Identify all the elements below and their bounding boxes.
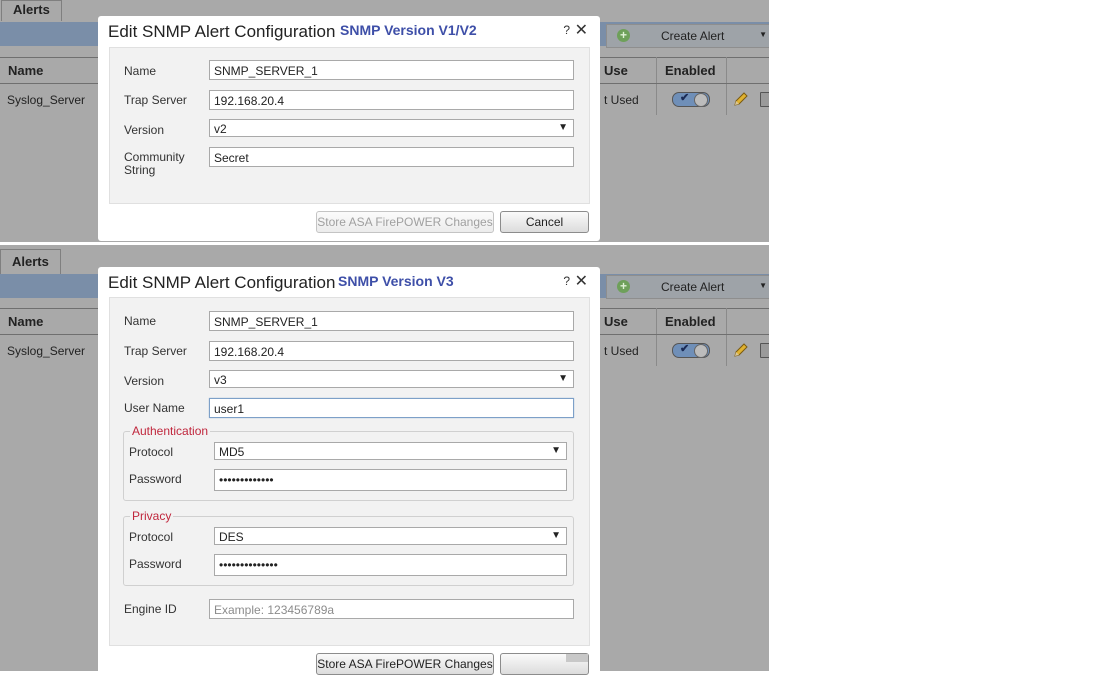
create-alert-button[interactable]: + Create Alert ▼ (606, 275, 769, 299)
version-select[interactable]: v3 ▼ (209, 370, 574, 388)
auth-protocol-label: Protocol (129, 445, 174, 459)
community-label-line1: Community (124, 150, 185, 164)
row-name: Syslog_Server (7, 93, 86, 107)
column-header-use[interactable]: Use (604, 63, 628, 78)
version-annotation: SNMP Version V1/V2 (340, 22, 477, 38)
version-label: Version (124, 374, 165, 388)
privacy-protocol-value: DES (219, 530, 244, 544)
add-icon: + (617, 29, 630, 42)
enabled-toggle[interactable]: ✔ (672, 92, 710, 107)
row-use: t Used (604, 93, 639, 107)
store-changes-button[interactable]: Store ASA FirePOWER Changes (316, 653, 494, 675)
auth-password-label: Password (129, 472, 182, 486)
name-label: Name (124, 64, 157, 78)
button-bar (566, 654, 588, 662)
close-icon[interactable]: ✕ (575, 20, 588, 40)
privacy-password-label: Password (129, 557, 182, 571)
check-icon: ✔ (680, 92, 690, 104)
dropdown-arrow-icon: ▼ (558, 122, 568, 133)
name-field[interactable]: SNMP_SERVER_1 (209, 60, 574, 80)
column-header-use[interactable]: Use (604, 314, 628, 329)
form-area: Name SNMP_SERVER_1 Trap Server 192.168.2… (109, 47, 590, 204)
engine-id-label: Engine ID (124, 602, 177, 616)
column-header-enabled[interactable]: Enabled (665, 314, 716, 329)
privacy-protocol-select[interactable]: DES ▼ (214, 527, 567, 545)
column-divider (726, 308, 727, 366)
column-divider (656, 308, 657, 366)
privacy-password-field[interactable]: •••••••••••••• (214, 554, 567, 576)
chevron-down-icon: ▼ (759, 30, 767, 39)
version-annotation: SNMP Version V3 (338, 273, 454, 289)
auth-protocol-value: MD5 (219, 445, 245, 459)
trap-server-field[interactable]: 192.168.20.4 (209, 90, 574, 110)
community-string-field[interactable]: Secret (209, 147, 574, 167)
edit-snmp-dialog-v3: Edit SNMP Alert Configuration SNMP Versi… (98, 267, 600, 687)
version-select[interactable]: v2 ▼ (209, 119, 574, 137)
authentication-legend: Authentication (130, 424, 211, 438)
edit-pencil-icon[interactable] (733, 91, 749, 107)
create-alert-button[interactable]: + Create Alert ▼ (606, 24, 769, 48)
user-name-label: User Name (124, 401, 185, 415)
form-area: Name SNMP_SERVER_1 Trap Server 192.168.2… (109, 297, 590, 646)
column-header-name[interactable]: Name (8, 63, 43, 78)
edit-snmp-dialog-v1v2: Edit SNMP Alert Configuration SNMP Versi… (98, 16, 600, 241)
column-divider (656, 57, 657, 115)
auth-protocol-select[interactable]: MD5 ▼ (214, 442, 567, 460)
delete-trash-icon[interactable] (760, 343, 769, 358)
dropdown-arrow-icon: ▼ (551, 530, 561, 541)
toggle-knob (694, 344, 708, 358)
version-label: Version (124, 123, 165, 137)
engine-id-field[interactable]: Example: 123456789a (209, 599, 574, 619)
trap-server-field[interactable]: 192.168.20.4 (209, 341, 574, 361)
community-label-line2: String (124, 163, 156, 177)
help-icon[interactable]: ? (563, 274, 570, 288)
edit-pencil-icon[interactable] (733, 342, 749, 358)
close-icon[interactable]: ✕ (575, 271, 588, 291)
privacy-protocol-label: Protocol (129, 530, 174, 544)
tab-alerts[interactable]: Alerts (0, 249, 61, 274)
cancel-button[interactable]: Cancel (500, 211, 589, 233)
column-header-enabled[interactable]: Enabled (665, 63, 716, 78)
authentication-group: Authentication Protocol MD5 ▼ Password •… (123, 424, 574, 501)
user-name-field[interactable]: user1 (209, 398, 574, 418)
trap-server-label: Trap Server (124, 344, 187, 358)
auth-password-field[interactable]: ••••••••••••• (214, 469, 567, 491)
column-header-name[interactable]: Name (8, 314, 43, 329)
dialog-title: Edit SNMP Alert Configuration (108, 273, 336, 292)
toggle-knob (694, 93, 708, 107)
store-changes-button[interactable]: Store ASA FirePOWER Changes (316, 211, 494, 233)
dropdown-arrow-icon: ▼ (551, 445, 561, 456)
privacy-legend: Privacy (130, 509, 174, 523)
version-select-value: v2 (214, 122, 227, 136)
check-icon: ✔ (680, 343, 690, 355)
delete-trash-icon[interactable] (760, 92, 769, 107)
add-icon: + (617, 280, 630, 293)
privacy-group: Privacy Protocol DES ▼ Password ••••••••… (123, 509, 574, 586)
column-divider (726, 57, 727, 115)
cancel-button[interactable] (500, 653, 589, 675)
create-alert-label: Create Alert (661, 280, 725, 294)
trap-server-label: Trap Server (124, 93, 187, 107)
help-icon[interactable]: ? (563, 23, 570, 37)
dropdown-arrow-icon: ▼ (558, 373, 568, 384)
dialog-title: Edit SNMP Alert Configuration (108, 22, 336, 41)
name-field[interactable]: SNMP_SERVER_1 (209, 311, 574, 331)
name-label: Name (124, 314, 157, 328)
chevron-down-icon: ▼ (759, 281, 767, 290)
enabled-toggle[interactable]: ✔ (672, 343, 710, 358)
row-name: Syslog_Server (7, 344, 86, 358)
create-alert-label: Create Alert (661, 29, 725, 43)
row-use: t Used (604, 344, 639, 358)
version-select-value: v3 (214, 373, 227, 387)
tab-alerts[interactable]: Alerts (1, 0, 62, 21)
